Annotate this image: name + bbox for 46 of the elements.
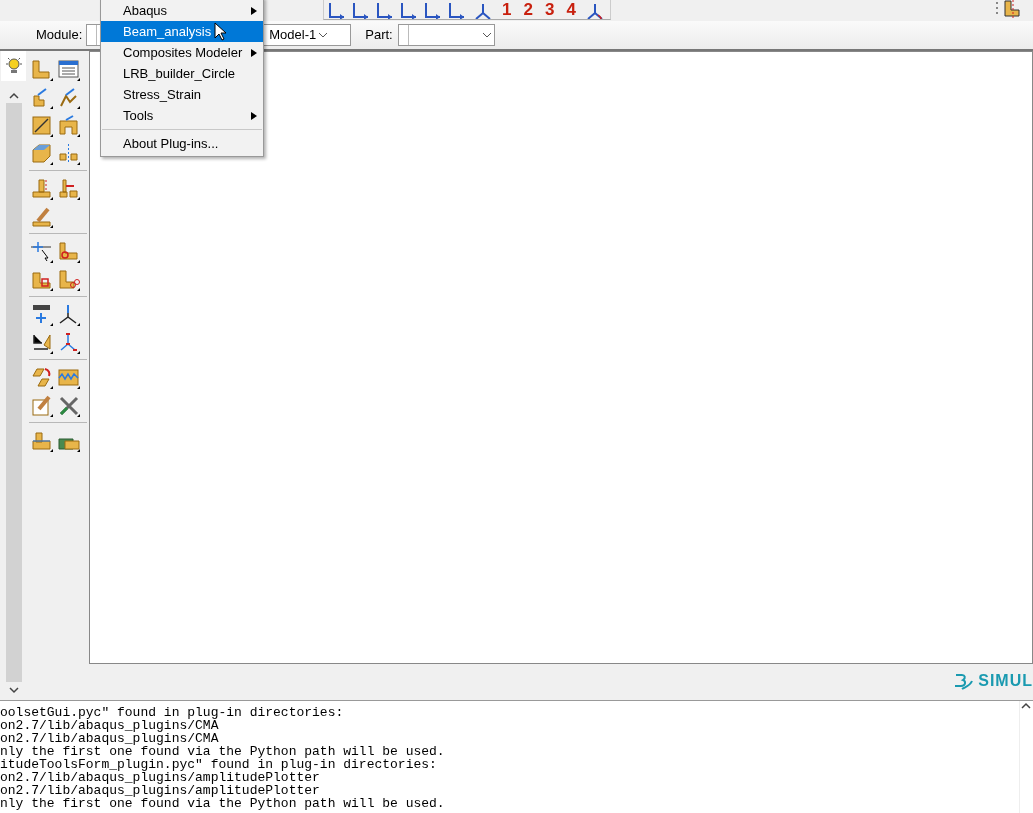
corner-icon[interactable]: [57, 239, 80, 263]
wire-icon[interactable]: [30, 113, 53, 137]
shell-icon[interactable]: [57, 85, 80, 109]
message-line: nly the first one found via the Python path will be used.: [0, 797, 446, 810]
mirror-icon[interactable]: [57, 141, 80, 165]
scrollbar[interactable]: [5, 87, 22, 698]
view-number-button[interactable]: 3: [540, 0, 559, 19]
message-line: on2.7/lib/abaqus_plugins/CMA: [0, 719, 219, 732]
menu-item[interactable]: Tools: [101, 105, 263, 126]
scroll-down-icon[interactable]: [8, 686, 19, 694]
view-number-button[interactable]: 4: [562, 0, 580, 19]
message-line: on2.7/lib/abaqus_plugins/amplitudePlotter: [0, 784, 321, 797]
mouse-cursor-icon: [214, 22, 226, 41]
edit-icon[interactable]: [30, 393, 53, 417]
datum-point-icon[interactable]: [30, 302, 53, 326]
move-icon[interactable]: [57, 176, 80, 200]
message-line: on2.7/lib/abaqus_plugins/amplitudePlotter: [0, 771, 320, 784]
table-icon[interactable]: [57, 57, 80, 81]
message-line: nly the first one found via the Python path will be used.: [0, 745, 446, 758]
scroll-up-icon[interactable]: [8, 91, 19, 99]
menu-item[interactable]: LRB_builder_Circle: [101, 63, 263, 84]
ds-logo-icon: [952, 671, 975, 691]
message-line: on2.7/lib/abaqus_plugins/CMA: [0, 732, 220, 745]
menu-item[interactable]: About Plug-ins...: [101, 133, 263, 154]
scroll-up-icon[interactable]: [1020, 701, 1032, 711]
rotate-icon[interactable]: [30, 365, 53, 389]
module-label: Module:: [36, 26, 83, 45]
menu-item[interactable]: Abaqus: [101, 0, 263, 21]
pointer-icon[interactable]: [30, 239, 53, 263]
menu-item[interactable]: Beam_analysis: [101, 21, 263, 42]
lightbulb-icon[interactable]: [4, 56, 23, 76]
view-number-button[interactable]: 1: [498, 0, 516, 19]
view-number-button[interactable]: 2: [519, 0, 537, 19]
part-block-icon[interactable]: [1002, 0, 1022, 18]
cut-block-icon[interactable]: [57, 113, 80, 137]
cube-icon[interactable]: [30, 141, 53, 165]
brand-text: SIMUL: [978, 671, 1033, 691]
scissors-icon[interactable]: [57, 267, 80, 291]
part-block-icon[interactable]: [30, 57, 53, 81]
extrude-icon[interactable]: [30, 85, 53, 109]
toolbar-grip-icon[interactable]: [995, 0, 999, 16]
message-line: itudeToolsForm_plugin.pyc" found in plug-in directories:: [0, 758, 438, 771]
part-label: Part:: [365, 26, 393, 45]
axes-icon[interactable]: [57, 302, 80, 326]
message-line: oolsetGui.pyc" found in plug-in directories:: [0, 706, 345, 719]
menu-item[interactable]: Stress_Strain: [101, 84, 263, 105]
